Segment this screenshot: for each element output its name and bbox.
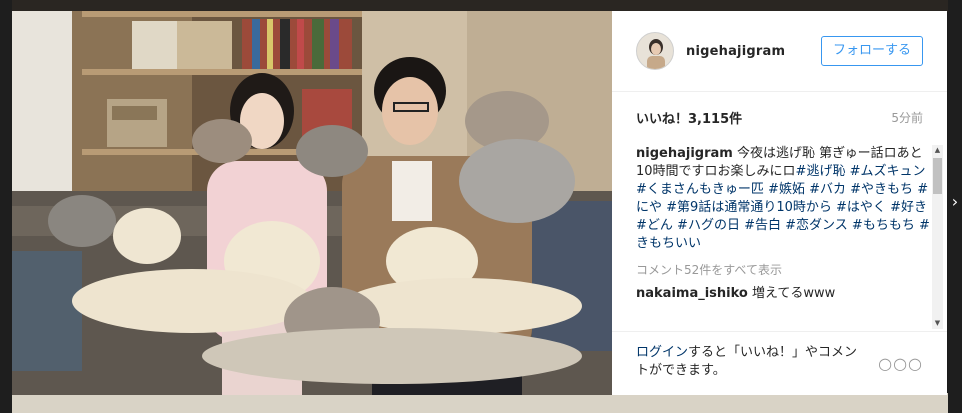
caption: nigehajigram 今夜は逃げ恥 第ぎゅー話ロあと10時間ですロお楽しみに…	[636, 145, 932, 253]
photo-illustration	[12, 11, 612, 395]
hashtag-link[interactable]: #もちもち	[852, 218, 915, 233]
caption-text: 今夜は逃げ恥 第ぎゅー話ロあと10時間ですロお楽しみにロ#逃げ恥 #ムズキュン …	[636, 146, 930, 251]
scroll-up-arrow-icon[interactable]: ▲	[932, 145, 943, 156]
post-photo[interactable]	[12, 11, 612, 395]
hashtag-link[interactable]: #ムズキュン	[850, 164, 926, 179]
hashtag-link[interactable]: #恋ダンス	[785, 218, 848, 233]
background-left	[0, 0, 12, 413]
comment-username[interactable]: nakaima_ishiko	[636, 286, 748, 301]
hashtag-link[interactable]: #告白	[744, 218, 781, 233]
avatar-image	[637, 33, 673, 69]
likes-count[interactable]: いいね！3,115件	[636, 108, 742, 127]
login-link[interactable]: ログイン	[636, 345, 688, 360]
username[interactable]: nigehajigram	[686, 44, 785, 59]
hashtag-link[interactable]: #どん	[636, 218, 673, 233]
post-footer: ログインすると「いいね！」やコメントができます。 ○○○	[612, 331, 947, 395]
next-post-arrow-icon[interactable]: ›	[948, 190, 962, 214]
avatar[interactable]	[636, 32, 674, 70]
post-panel: nigehajigram フォローする いいね！3,115件 5分前 nigeh…	[612, 11, 947, 395]
comments-scrollbar[interactable]: ▲ ▼	[932, 145, 943, 329]
hashtag-link[interactable]: #好き	[890, 200, 927, 215]
scroll-down-arrow-icon[interactable]: ▼	[932, 318, 943, 329]
more-options-icon[interactable]: ○○○	[878, 354, 923, 373]
comment-item: nakaima_ishiko 増えてるwww	[636, 285, 932, 303]
comments-list: nigehajigram 今夜は逃げ恥 第ぎゅー話ロあと10時間ですロお楽しみに…	[636, 145, 932, 329]
background-right: ›	[948, 0, 962, 413]
hashtag-link[interactable]: #第9話は通常通り10時から	[666, 200, 832, 215]
scroll-thumb[interactable]	[933, 158, 942, 194]
hashtag-link[interactable]: #やきもち	[850, 182, 913, 197]
likes-row: いいね！3,115件 5分前	[636, 108, 923, 127]
hashtag-link[interactable]: #はやく	[836, 200, 886, 215]
caption-username[interactable]: nigehajigram	[636, 146, 733, 161]
hashtag-link[interactable]: #くまさんもきゅー匹	[636, 182, 764, 197]
hashtag-link[interactable]: #バカ	[809, 182, 846, 197]
view-all-comments-link[interactable]: コメント52件をすべて表示	[636, 261, 932, 279]
hashtag-link[interactable]: #嫉妬	[768, 182, 805, 197]
background-bottom	[0, 393, 962, 413]
hashtag-link[interactable]: #ハグの日	[677, 218, 740, 233]
hashtag-link[interactable]: #逃げ恥	[796, 164, 846, 179]
follow-button[interactable]: フォローする	[820, 36, 923, 66]
login-prompt: ログインすると「いいね！」やコメントができます。	[636, 344, 866, 380]
post-time[interactable]: 5分前	[891, 109, 923, 126]
post-modal: nigehajigram フォローする いいね！3,115件 5分前 nigeh…	[12, 11, 947, 395]
post-header: nigehajigram フォローする	[612, 11, 947, 92]
comment-text: 増えてるwww	[752, 286, 836, 301]
